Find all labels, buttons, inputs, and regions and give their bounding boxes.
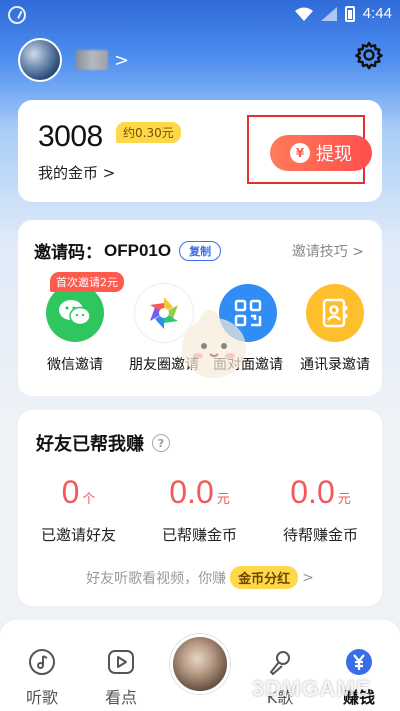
notification-icon <box>8 6 26 24</box>
stat-invited-friends[interactable]: 0个 已邀请好友 <box>18 474 139 545</box>
invite-code-row: 邀请码： OFP01O 复制 <box>34 238 222 263</box>
tab-label: 赚钱 <box>342 688 375 707</box>
stat-earned-coins[interactable]: 0.0 元 已帮赚金币 <box>139 474 260 545</box>
stat-unit: 个 <box>82 492 96 507</box>
share-moments[interactable]: 朋友圈邀请 <box>119 284 209 374</box>
stat-label: 待帮赚金币 <box>282 526 358 544</box>
invite-code: OFP01O <box>104 240 172 260</box>
contacts-icon <box>306 284 364 342</box>
tab-label: 听歌 <box>25 688 58 707</box>
invite-code-label: 邀请码： <box>34 243 102 263</box>
invite-tips-link[interactable]: 邀请技巧 > <box>292 241 364 261</box>
qr-code-icon <box>219 284 277 342</box>
status-bar: 4:44 <box>0 0 400 30</box>
wechat-icon <box>46 284 104 342</box>
promo-text: 好友听歌看视频，你赚 <box>86 570 227 587</box>
first-invite-badge: 首次邀请2元 <box>50 272 124 292</box>
friends-earnings-title: 好友已帮我赚 <box>36 434 144 455</box>
coins-card: 3008 约0.30元 我的金币 > ¥ 提现 <box>18 100 382 202</box>
dividend-promo[interactable]: 好友听歌看视频，你赚 金币分红 > <box>18 566 382 589</box>
share-face-to-face[interactable]: 面对面邀请 <box>203 284 293 374</box>
wifi-icon <box>294 7 313 21</box>
earnings-stats: 0个 已邀请好友 0.0 元 已帮赚金币 0.0 元 待帮赚金币 <box>18 474 382 545</box>
share-wechat[interactable]: 首次邀请2元 微信邀请 <box>30 272 124 374</box>
tab-label: K歌 <box>266 688 294 707</box>
signal-icon <box>320 6 337 21</box>
status-time: 4:44 <box>362 5 392 22</box>
chevron-right-icon: > <box>114 49 130 71</box>
copy-button[interactable]: 复制 <box>179 240 222 261</box>
stat-unit: 元 <box>337 492 351 507</box>
now-playing-disc[interactable] <box>170 634 230 694</box>
bottom-tab-bar: 听歌 看点 K歌 赚钱 <box>0 620 400 711</box>
coin-amount: 3008 <box>38 120 103 153</box>
status-right: 4:44 <box>294 5 392 22</box>
invite-card: 邀请码： OFP01O 复制 邀请技巧 > 首次邀请2元 微信邀请 朋友圈邀请 … <box>18 220 382 396</box>
friends-earnings-card: 好友已帮我赚 ? 0个 已邀请好友 0.0 元 已帮赚金币 0.0 元 待帮赚金币 … <box>18 410 382 606</box>
gear-icon[interactable] <box>354 40 384 70</box>
yen-icon: ¥ <box>290 143 310 163</box>
help-icon[interactable]: ? <box>152 434 170 452</box>
share-label: 微信邀请 <box>47 357 103 373</box>
withdraw-label: 提现 <box>316 144 352 165</box>
username-blurred <box>76 50 108 70</box>
play-video-icon <box>108 650 134 674</box>
battery-icon <box>344 5 355 22</box>
share-options: 首次邀请2元 微信邀请 朋友圈邀请 面对面邀请 通讯录邀请 <box>18 272 382 394</box>
yen-coin-icon <box>346 649 372 675</box>
music-note-icon <box>29 649 55 675</box>
tab-karaoke[interactable]: K歌 <box>250 648 310 708</box>
stat-unit: 元 <box>216 492 230 507</box>
stat-value: 0.0 <box>169 474 214 510</box>
stat-value: 0.0 <box>290 474 335 510</box>
stat-pending-coins[interactable]: 0.0 元 待帮赚金币 <box>260 474 381 545</box>
profile-header[interactable]: > <box>18 38 129 82</box>
coin-dividend-button[interactable]: 金币分红 <box>230 566 299 589</box>
stat-label: 已帮赚金币 <box>161 526 237 544</box>
avatar[interactable] <box>18 38 62 82</box>
tab-listen[interactable]: 听歌 <box>12 648 72 708</box>
friends-earnings-title-row: 好友已帮我赚 ? <box>36 430 170 456</box>
moments-icon <box>135 284 193 342</box>
tab-label: 看点 <box>104 688 137 707</box>
tab-watch[interactable]: 看点 <box>91 648 151 708</box>
share-label: 通讯录邀请 <box>300 357 370 373</box>
coin-value-badge: 约0.30元 <box>116 122 181 143</box>
my-coins-link[interactable]: 我的金币 > <box>38 162 115 183</box>
chevron-right-icon: > <box>302 569 314 586</box>
stat-value: 0 <box>61 474 80 510</box>
tab-earn[interactable]: 赚钱 <box>329 648 389 708</box>
withdraw-button[interactable]: ¥ 提现 <box>270 135 372 171</box>
stat-label: 已邀请好友 <box>40 526 116 544</box>
share-label: 朋友圈邀请 <box>129 357 199 373</box>
microphone-icon <box>269 651 290 676</box>
share-label: 面对面邀请 <box>213 357 283 373</box>
share-contacts[interactable]: 通讯录邀请 <box>290 284 380 374</box>
